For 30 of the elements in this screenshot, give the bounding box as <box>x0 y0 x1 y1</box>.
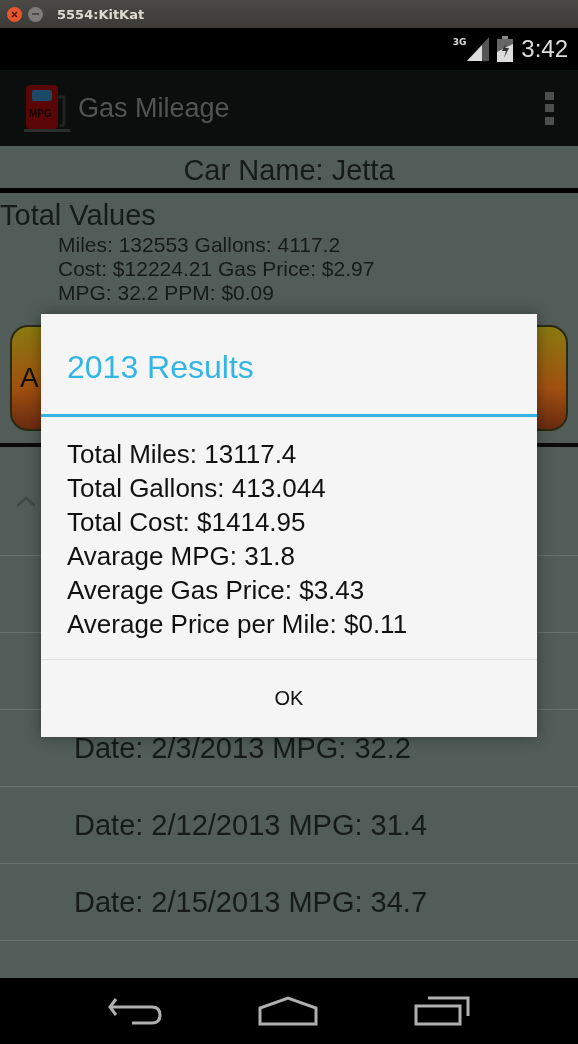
result-line: Total Miles: 13117.4 <box>67 438 298 471</box>
recent-apps-icon[interactable] <box>414 996 470 1026</box>
result-line: Total Gallons: 413.044 <box>67 472 327 505</box>
network-type: 3G <box>452 37 467 47</box>
result-line: Avarage MPG: 31.8 <box>67 540 296 573</box>
app-logo: MPG <box>22 83 72 133</box>
close-icon <box>11 10 18 18</box>
minimize-icon <box>32 13 39 15</box>
result-line: Average Price per Mile: $0.11 <box>67 608 409 641</box>
mileage-entry[interactable]: Date: 2/15/2013 MPG: 34.7 <box>0 864 578 941</box>
overflow-menu-icon[interactable] <box>545 91 554 125</box>
battery-icon <box>497 36 514 62</box>
total-value-line: Cost: $12224.21 Gas Price: $2.97 <box>57 257 376 281</box>
close-button[interactable] <box>7 6 22 22</box>
total-value-line: Miles: 132553 Gallons: 4117.2 <box>57 233 342 257</box>
app-title: Gas Mileage <box>78 92 231 124</box>
ok-button[interactable]: OK <box>41 659 537 737</box>
car-name: Car Name: Jetta <box>182 153 396 188</box>
mileage-entry[interactable]: Date: 2/12/2013 MPG: 31.4 <box>0 787 578 864</box>
total-value-line: MPG: 32.2 PPM: $0.09 <box>57 281 275 305</box>
home-icon[interactable] <box>258 996 318 1026</box>
signal-icon <box>467 37 490 61</box>
minimize-button[interactable] <box>28 6 43 22</box>
totals-heading: Total Values <box>0 198 157 233</box>
result-line: Average Gas Price: $3.43 <box>67 574 366 607</box>
dialog-title: 2013 Results <box>41 314 537 417</box>
result-line: Total Cost: $1414.95 <box>67 506 307 539</box>
back-icon[interactable] <box>108 997 162 1025</box>
window-title: 5554:KitKat <box>57 6 145 22</box>
clock: 3:42 <box>521 35 568 63</box>
